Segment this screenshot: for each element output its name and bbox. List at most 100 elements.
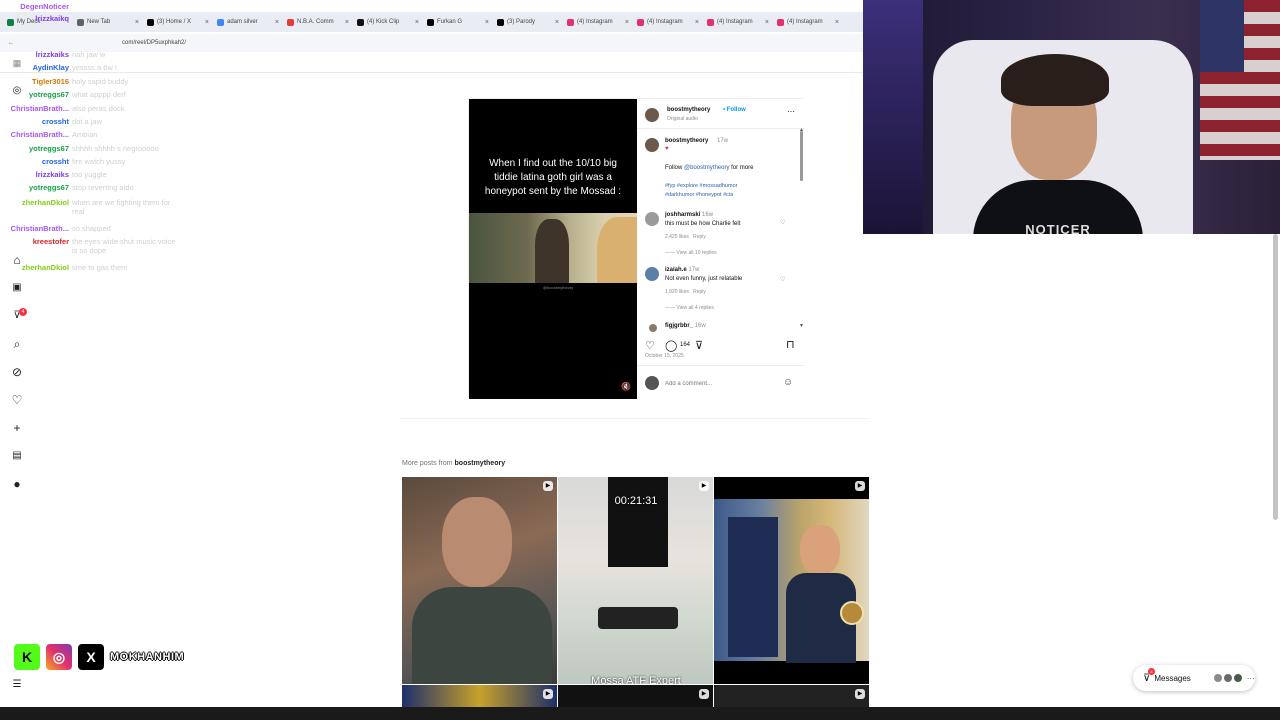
scroll-up-icon[interactable]: ▲ [799, 127, 804, 133]
chat-text: shhhh shhhh s negrooooo [72, 144, 159, 153]
chat-username: yotreggs67 [28, 183, 69, 192]
search-icon[interactable]: ⌕ [10, 337, 24, 351]
comments-scrollbar[interactable] [800, 131, 803, 181]
browser-tab[interactable]: (4) Instagram × [564, 14, 632, 30]
share-icon[interactable]: ⊽ [695, 339, 703, 352]
mute-icon[interactable]: 🔇 [621, 382, 631, 391]
page-scrollbar[interactable] [1273, 234, 1278, 520]
post-thumbnail[interactable]: ▶ [714, 685, 869, 707]
reel-icon: ▶ [543, 689, 553, 699]
comment-user[interactable]: izaiah.e [665, 267, 687, 273]
browser-tab[interactable]: N.B.A. Comm × [284, 14, 352, 30]
more-menu-icon[interactable]: ☰ [10, 678, 24, 692]
post-thumbnail[interactable]: ▶ [402, 477, 557, 684]
video-caption: When I find out the 10/10 big tiddie lat… [484, 158, 622, 197]
streamer-socials: K ◎ X MOKHANHIM [14, 644, 184, 670]
close-icon[interactable]: × [205, 19, 209, 26]
emoji-icon[interactable]: ☺ [783, 377, 793, 388]
mention-link[interactable]: @boostmytheory [684, 165, 729, 171]
scroll-down-icon[interactable]: ▼ [799, 323, 804, 329]
post-header: boostmytheory • Follow Original audio ⋯ [637, 99, 805, 129]
comment-likes[interactable]: 1,820 likes [665, 289, 689, 295]
chat-text [72, 14, 182, 23]
commenter-avatar[interactable] [645, 267, 659, 281]
comment-icon[interactable]: ◯ [665, 339, 677, 352]
reels-icon[interactable]: ▣ [10, 281, 24, 295]
browser-tab[interactable]: (4) Kick Clip × [354, 14, 422, 30]
explore-icon[interactable]: ⊘ [10, 365, 24, 379]
chat-username: lrizzkaiks [35, 50, 69, 59]
browser-tab[interactable]: (4) Instagram × [704, 14, 772, 30]
dashboard-icon[interactable]: ▤ [10, 449, 24, 463]
chat-text: holy sapid buddy [72, 77, 129, 86]
close-icon[interactable]: × [415, 19, 419, 26]
chat-message: lrizzkaiks too yuggle [0, 170, 182, 179]
x-logo-icon: X [78, 644, 104, 670]
post-thumbnail[interactable]: ▶ [402, 685, 557, 707]
close-icon[interactable]: × [485, 19, 489, 26]
close-icon[interactable]: × [765, 19, 769, 26]
reply-button[interactable]: Reply [693, 234, 706, 240]
browser-tab[interactable]: (4) Instagram × [774, 14, 842, 30]
close-icon[interactable]: × [345, 19, 349, 26]
like-heart-icon[interactable]: ♡ [645, 339, 655, 352]
browser-tab[interactable]: (4) Instagram × [634, 14, 702, 30]
browser-tab[interactable]: adam silver × [214, 14, 282, 30]
reel-video[interactable]: When I find out the 10/10 big tiddie lat… [469, 99, 637, 399]
comment-user[interactable]: joshharmski [665, 212, 700, 218]
add-comment-input[interactable] [665, 378, 775, 390]
profile-avatar-icon[interactable]: ● [10, 477, 24, 491]
chat-username: DegenNoticer [20, 2, 69, 11]
comment-text: this must be how Charlie felt [665, 221, 741, 227]
create-plus-icon[interactable]: + [10, 421, 24, 435]
follow-button[interactable]: • Follow [723, 107, 746, 113]
chat-username: zherhanDkiol [21, 263, 69, 272]
desc-avatar[interactable] [645, 138, 659, 152]
chat-message: yotreggs67 shhhh shhhh s negrooooo [0, 144, 182, 153]
avatar [1222, 673, 1233, 683]
commenter-avatar[interactable] [645, 212, 659, 226]
chat-username: lrizzkaikq [35, 14, 69, 23]
more-options-icon[interactable]: ⋯ [787, 107, 795, 116]
close-icon[interactable]: × [555, 19, 559, 26]
comment-count[interactable]: 164 [680, 342, 690, 348]
messages-button[interactable]: ⊽ 4 Messages ⋯ [1133, 665, 1255, 691]
save-bookmark-icon[interactable]: ⊓ [786, 338, 795, 351]
browser-tab[interactable]: (3) Parody × [494, 14, 562, 30]
author-avatar[interactable] [645, 108, 659, 122]
comment-likes[interactable]: 2,425 likes [665, 234, 689, 240]
reply-button[interactable]: Reply [693, 289, 706, 295]
close-icon[interactable]: × [695, 19, 699, 26]
my-avatar [645, 376, 659, 390]
chat-message: AydinKlay yessss a 6w ! [0, 63, 182, 72]
stream-chat-overlay: DegenNoticer lrizzkaikq lrizzkaiks nah jaw … [0, 0, 200, 280]
comment-like-heart-icon[interactable]: ♡ [780, 276, 785, 283]
post-date: October 15, 2025 [645, 353, 684, 359]
more-posts-user[interactable]: boostmytheory [455, 460, 506, 467]
chat-message: ChristianBrath... also peras dock. [0, 104, 182, 113]
hashtags[interactable]: #fyp #explore #mossadhumor [665, 183, 737, 189]
post-thumbnail[interactable]: 00:21:31 Mossa ATF Expert ▶ [558, 477, 713, 684]
heart-icon[interactable]: ♡ [10, 393, 24, 407]
desc-author[interactable]: boostmytheory [665, 138, 708, 144]
hashtags[interactable]: #darkhumor #honeypot #cia [665, 192, 733, 198]
comment-like-heart-icon[interactable]: ♡ [780, 219, 785, 226]
close-icon[interactable]: × [835, 19, 839, 26]
chat-text: time to gas them [72, 263, 128, 272]
instagram-post: When I find out the 10/10 big tiddie lat… [468, 98, 805, 399]
audio-label[interactable]: Original audio [667, 116, 698, 122]
kick-logo-icon: K [14, 644, 40, 670]
post-thumbnail[interactable]: ▶ [714, 477, 869, 684]
view-replies-link[interactable]: —— View all 4 replies [665, 305, 714, 311]
close-icon[interactable]: × [275, 19, 279, 26]
comment-user[interactable]: figjgrbbr_ [665, 323, 693, 329]
post-thumbnail[interactable]: ▶ [558, 685, 713, 707]
instagram-icon [707, 18, 714, 26]
commenter-avatar[interactable] [649, 324, 657, 332]
author-name[interactable]: boostmytheory [667, 107, 710, 113]
view-replies-link[interactable]: —— View all 10 replies [665, 250, 717, 256]
chat-username: yotreggs67 [28, 90, 69, 99]
chat-username: ChristianBrath... [10, 224, 69, 233]
close-icon[interactable]: × [625, 19, 629, 26]
browser-tab[interactable]: Furkan G × [424, 14, 492, 30]
